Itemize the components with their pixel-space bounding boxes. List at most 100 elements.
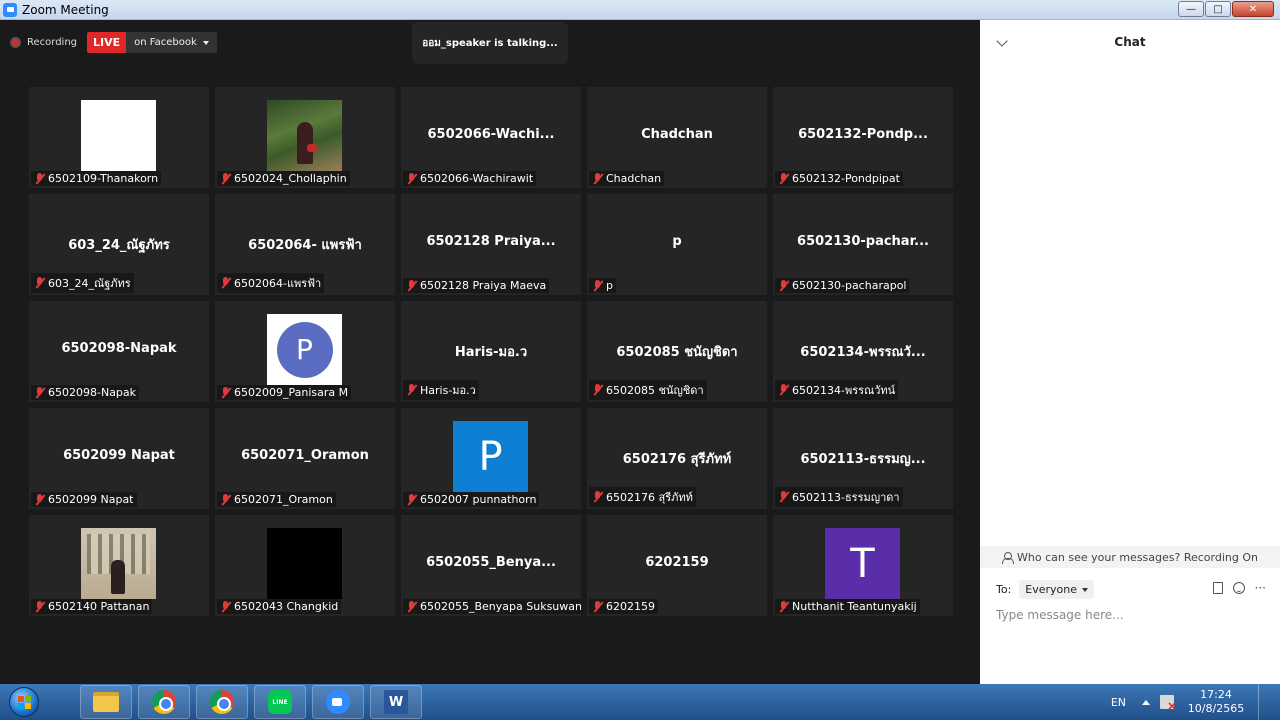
muted-mic-icon [592, 600, 603, 613]
participant-tile[interactable]: T Nutthanit Teantunyakij [773, 515, 953, 616]
person-figure [297, 122, 317, 164]
participant-tile[interactable]: 6502134-พรรณวั... 6502134-พรรณวัทน์ [773, 301, 953, 402]
participant-tile[interactable]: 6502085 ชนัญชิดา 6502085 ชนัญชิดา [587, 301, 767, 402]
muted-mic-icon [406, 493, 417, 506]
chat-tools: ··· [1212, 582, 1266, 594]
participant-name: 6502134-พรรณวัทน์ [792, 384, 896, 397]
participant-tile[interactable]: 6502043 Changkid [215, 515, 395, 616]
taskbar-line[interactable]: LINE [254, 685, 306, 719]
muted-mic-icon [778, 600, 789, 613]
participant-tile[interactable]: 6502099 Napat 6502099 Napat [29, 408, 209, 509]
participant-tile[interactable]: 6502140 Pattanan [29, 515, 209, 616]
show-hidden-icons-icon[interactable] [1142, 699, 1150, 705]
file-icon[interactable] [1212, 582, 1223, 594]
muted-mic-icon [778, 384, 789, 396]
participant-gallery: 6502109-Thanakorn 6502024_Chollaphin 65020… [29, 87, 954, 616]
participant-tile[interactable]: 6502130-pachar... 6502130-pacharapol [773, 194, 953, 295]
participant-name: 6502098-Napak [48, 386, 137, 399]
clock-time: 17:24 [1200, 688, 1232, 701]
participant-name-label: 6502109-Thanakorn [31, 171, 162, 186]
recording-label: Recording [27, 37, 78, 48]
participant-tile[interactable]: 6502109-Thanakorn [29, 87, 209, 188]
taskbar-explorer[interactable] [80, 685, 132, 719]
participant-name: 6502066-Wachirawit [420, 172, 534, 185]
taskbar-zoom[interactable] [312, 685, 364, 719]
clock[interactable]: 17:24 10/8/2565 [1184, 688, 1248, 716]
recording-indicator: Recording LIVE on Facebook [10, 32, 217, 53]
chat-recipient-row: To: Everyone [996, 580, 1095, 599]
participant-tile[interactable]: 6502176 สุรีภัทท์ 6502176 สุรีภัทท์ [587, 408, 767, 509]
participant-name: 6502128 Praiya Maeva [420, 279, 547, 292]
start-button[interactable] [4, 685, 44, 719]
participant-tile[interactable]: 6502113-ธรรมญ... 6502113-ธรรมญาดา [773, 408, 953, 509]
participant-name-label: 6502128 Praiya Maeva [403, 278, 550, 293]
participant-name-label: 6502134-พรรณวัทน์ [775, 380, 899, 400]
participant-name-label: 6502130-pacharapol [775, 278, 910, 293]
minimize-button[interactable]: — [1178, 1, 1204, 17]
participant-tile[interactable]: 6502098-Napak 6502098-Napak [29, 301, 209, 402]
chat-recipient-value: Everyone [1025, 583, 1078, 596]
participant-display-name: 6502113-ธรรมญ... [800, 452, 926, 467]
caret-down-icon [1082, 587, 1089, 592]
muted-mic-icon [406, 172, 417, 185]
participant-tile[interactable]: 603_24_ณัฐภัทร 603_24_ณัฐภัทร [29, 194, 209, 295]
participant-name: 6502024_Chollaphin [234, 172, 347, 185]
maximize-button[interactable]: □ [1205, 1, 1231, 17]
participant-name: 6502009_Panisara M [234, 386, 349, 399]
participant-name-label: 6202159 [589, 599, 658, 614]
participant-name: 6502176 สุรีภัทท์ [606, 491, 693, 504]
language-indicator[interactable]: EN [1111, 696, 1126, 709]
participant-name: 6502055_Benyapa Suksuwan [420, 600, 581, 613]
chrome-icon [152, 690, 176, 714]
participant-tile[interactable]: pp [587, 194, 767, 295]
participant-name-label: 6502071_Oramon [217, 492, 336, 507]
participant-tile[interactable]: P 6502007 punnathorn [401, 408, 581, 509]
participant-name: 6502132-Pondpipat [792, 172, 900, 185]
muted-mic-icon [34, 386, 45, 399]
network-disconnected-icon[interactable] [1160, 695, 1177, 713]
person-figure [111, 560, 125, 594]
muted-mic-icon [592, 172, 603, 185]
participant-tile[interactable]: Chadchan Chadchan [587, 87, 767, 188]
participant-display-name: 6502064- แพรฟ้า [248, 238, 362, 253]
participant-name: 6502130-pacharapol [792, 279, 907, 292]
chrome-profile-icon [210, 690, 234, 714]
live-badge: LIVE [87, 32, 127, 53]
live-stream-control[interactable]: LIVE on Facebook [87, 32, 217, 53]
participant-display-name: Haris-มอ.ว [454, 345, 528, 360]
participant-tile[interactable]: 6202159 6202159 [587, 515, 767, 616]
taskbar-apps: LINE W [80, 685, 422, 719]
participant-tile[interactable]: 6502128 Praiya... 6502128 Praiya Maeva [401, 194, 581, 295]
clock-date: 10/8/2565 [1187, 702, 1245, 715]
chat-title: Chat [1114, 35, 1146, 49]
show-desktop-button[interactable] [1258, 684, 1270, 720]
participant-tile[interactable]: 6502064- แพรฟ้า 6502064-แพรฟ้า [215, 194, 395, 295]
live-destination-label: on Facebook [134, 37, 197, 48]
chat-visibility-notice[interactable]: Who can see your messages? Recording On [980, 546, 1280, 568]
participant-name: Haris-มอ.ว [420, 384, 476, 397]
muted-mic-icon [406, 600, 417, 613]
taskbar-word[interactable]: W [370, 685, 422, 719]
chat-recipient-dropdown[interactable]: Everyone [1019, 580, 1095, 599]
participant-name: 6502043 Changkid [234, 600, 339, 613]
chat-message-input[interactable] [996, 608, 1264, 622]
participant-name-label: 6502043 Changkid [217, 599, 342, 614]
taskbar-chrome-profile[interactable] [196, 685, 248, 719]
participant-tile[interactable]: P 6502009_Panisara M [215, 301, 395, 402]
close-button[interactable]: ✕ [1232, 1, 1274, 17]
live-destination-dropdown[interactable]: on Facebook [126, 32, 217, 53]
participant-tile[interactable]: 6502055_Benya... 6502055_Benyapa Suksuwan [401, 515, 581, 616]
participant-avatar: P [267, 314, 342, 385]
participant-display-name: 6202159 [645, 555, 709, 570]
participant-name-label: Nutthanit Teantunyakij [775, 599, 920, 614]
emoji-icon[interactable] [1232, 582, 1245, 594]
participant-tile[interactable]: 6502066-Wachi... 6502066-Wachirawit [401, 87, 581, 188]
participant-tile[interactable]: 6502024_Chollaphin [215, 87, 395, 188]
participant-name: 6502064-แพรฟ้า [234, 277, 322, 290]
participant-tile[interactable]: 6502132-Pondp... 6502132-Pondpipat [773, 87, 953, 188]
participant-tile[interactable]: 6502071_Oramon 6502071_Oramon [215, 408, 395, 509]
participant-tile[interactable]: Haris-มอ.ว Haris-มอ.ว [401, 301, 581, 402]
more-icon[interactable]: ··· [1255, 582, 1266, 594]
window-controls: — □ ✕ [1178, 1, 1274, 17]
taskbar-chrome[interactable] [138, 685, 190, 719]
